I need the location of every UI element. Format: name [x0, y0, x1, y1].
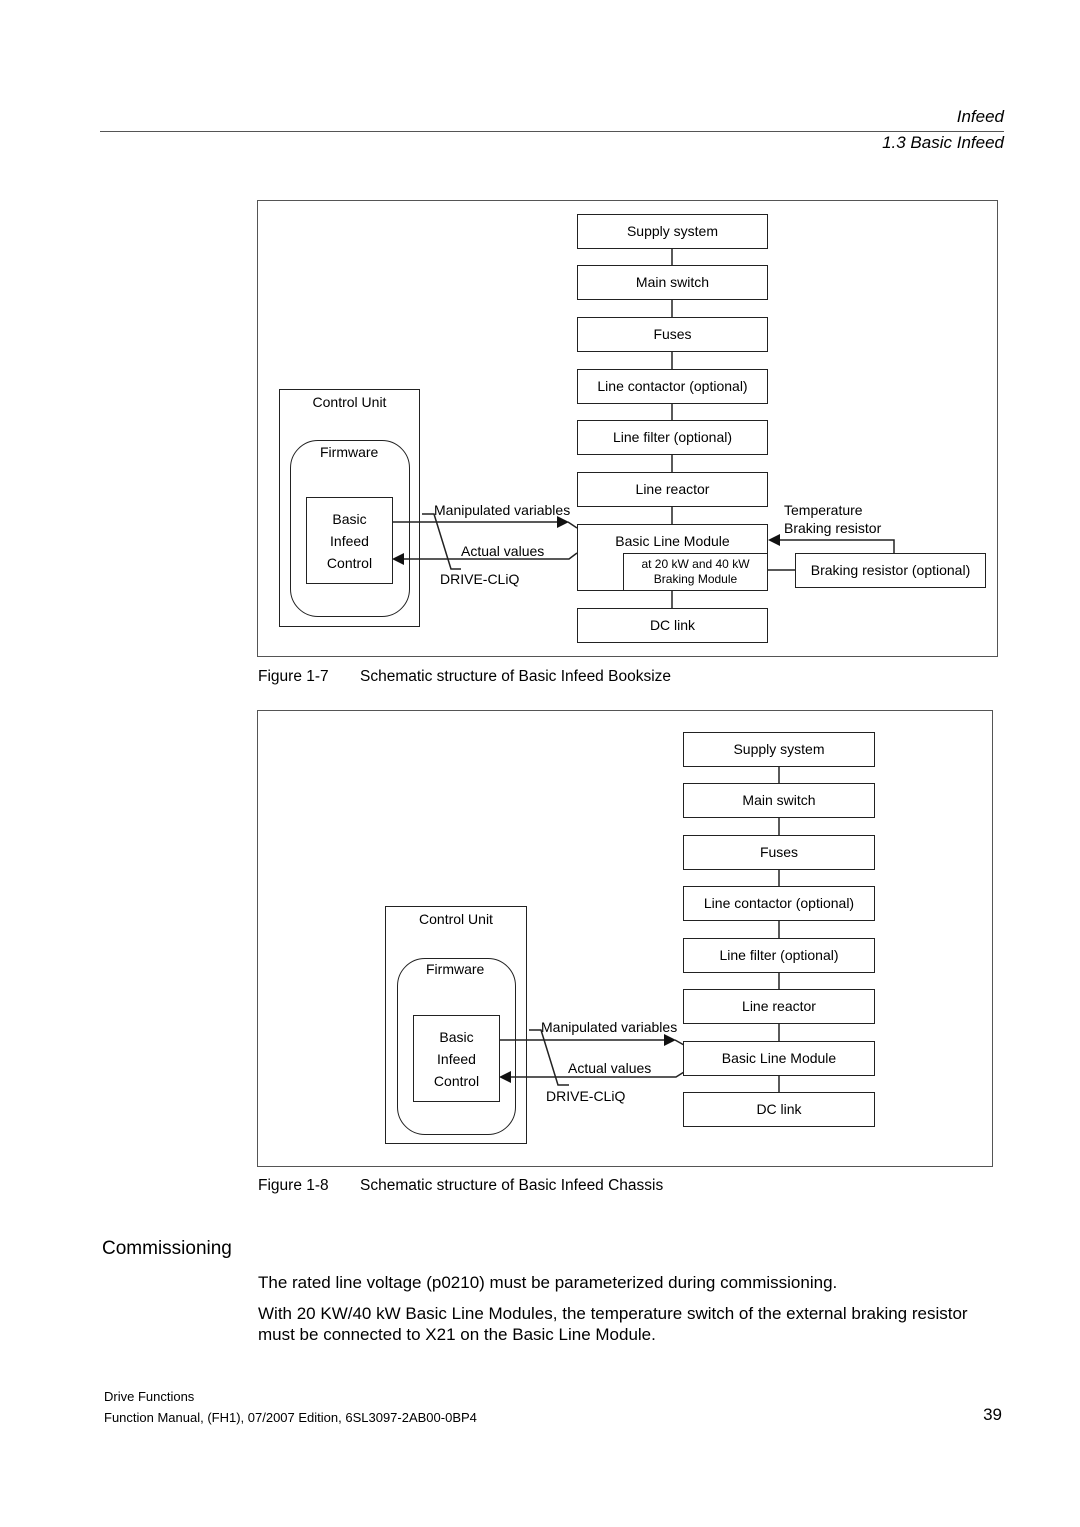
main-switch-box: Main switch	[683, 783, 875, 818]
box-label: Basic Line Module	[721, 1050, 837, 1067]
box-label: Line contactor (optional)	[703, 895, 855, 912]
line-filter-box: Line filter (optional)	[683, 938, 875, 973]
drive-cliq-label: DRIVE-CLiQ	[546, 1088, 626, 1104]
paragraph: With 20 KW/40 kW Basic Line Modules, the…	[258, 1304, 968, 1344]
dc-link-box: DC link	[683, 1092, 875, 1127]
box-label: Fuses	[759, 844, 799, 861]
arrow-head-icon	[664, 1034, 676, 1046]
figure-caption-text: Schematic structure of Basic Infeed Chas…	[360, 1177, 664, 1194]
figure-number: Figure 1-8	[258, 1177, 329, 1194]
footer-manual-info: Function Manual, (FH1), 07/2007 Edition,…	[104, 1410, 477, 1425]
figure-1-8-wires	[499, 766, 780, 1093]
box-label: Main switch	[742, 792, 816, 809]
paragraph: The rated line voltage (p0210) must be p…	[258, 1273, 838, 1292]
basic-infeed-control-box: Basic Infeed Control	[413, 1015, 500, 1102]
supply-system-box: Supply system	[683, 732, 875, 767]
control-label: Infeed	[437, 1050, 476, 1067]
box-label: DC link	[756, 1101, 802, 1118]
manipulated-variables-label: Manipulated variables	[541, 1019, 678, 1035]
box-label: Supply system	[733, 741, 825, 758]
figure-1-8-caption: Figure 1-8 Schematic structure of Basic I…	[258, 1177, 663, 1195]
firmware-label: Firmware	[426, 961, 485, 977]
box-label: Line reactor	[742, 998, 816, 1015]
footer-title: Drive Functions	[104, 1389, 195, 1404]
section-heading: Commissioning	[102, 1238, 232, 1259]
box-label: Line filter (optional)	[719, 947, 839, 964]
control-unit-label: Control Unit	[419, 911, 493, 927]
fuses-box: Fuses	[683, 835, 875, 870]
control-label: Basic	[439, 1028, 474, 1045]
line-reactor-box: Line reactor	[683, 989, 875, 1024]
basic-line-module-box: Basic Line Module	[683, 1041, 875, 1076]
control-label: Control	[433, 1072, 480, 1089]
actual-values-label: Actual values	[568, 1060, 652, 1076]
line-contactor-box: Line contactor (optional)	[683, 886, 875, 921]
page-number: 39	[983, 1405, 1002, 1424]
